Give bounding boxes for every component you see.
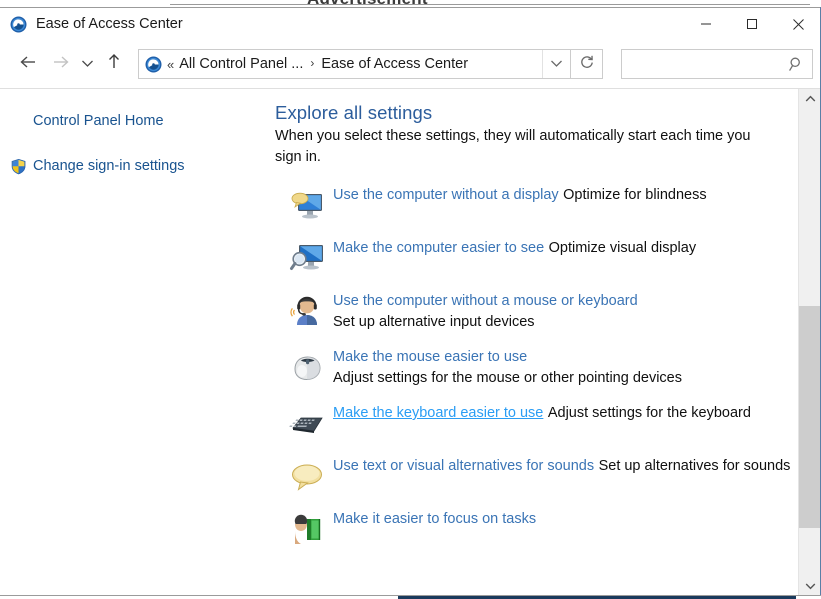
sidebar-item-label: Control Panel Home <box>33 113 164 129</box>
list-item-text: Make the keyboard easier to use Adjust s… <box>333 402 751 424</box>
content-area: Control Panel Home Change sign-in settin… <box>0 88 821 596</box>
address-bar[interactable]: « All Control Panel ... › Ease of Access… <box>138 49 571 79</box>
setting-description: Adjust settings for the keyboard <box>547 405 751 421</box>
title-bar: Ease of Access Center <box>0 8 821 40</box>
main-panel: Explore all settings When you select the… <box>267 89 821 595</box>
breadcrumb-item-all-control-panel[interactable]: All Control Panel ... <box>179 56 303 72</box>
sidebar-item-control-panel-home[interactable]: Control Panel Home <box>0 109 267 133</box>
chevron-up-icon <box>805 90 816 108</box>
screen: Advertisement Ease of Access Center <box>0 0 821 599</box>
back-arrow-icon <box>19 54 38 75</box>
breadcrumb-item-ease-of-access-center[interactable]: Ease of Access Center <box>321 56 468 72</box>
breadcrumb-separator-icon[interactable]: › <box>310 56 314 70</box>
setting-description: Adjust settings for the mouse or other p… <box>333 370 682 386</box>
close-button[interactable] <box>775 8 821 40</box>
list-item[interactable]: Make the keyboard easier to use Adjust s… <box>267 402 813 442</box>
scrollbar-thumb[interactable] <box>799 306 821 528</box>
scroll-up-button[interactable] <box>799 89 821 109</box>
refresh-button[interactable] <box>571 49 603 79</box>
page-title: Explore all settings <box>275 102 433 123</box>
list-item[interactable]: Make the mouse easier to use Adjust sett… <box>267 346 813 389</box>
sidebar-item-change-sign-in-settings[interactable]: Change sign-in settings <box>0 154 267 178</box>
chevron-down-icon <box>805 577 816 595</box>
banner-rule <box>170 4 810 5</box>
advertisement-banner: Advertisement <box>0 0 821 7</box>
speech-bubble-icon <box>289 459 325 495</box>
monitor-narrator-icon <box>289 188 325 224</box>
search-box[interactable] <box>621 49 813 79</box>
setting-link-use-computer-without-mouse-or-keyboard[interactable]: Use the computer without a mouse or keyb… <box>333 291 638 312</box>
address-ease-of-access-icon <box>145 56 162 73</box>
scroll-down-button[interactable] <box>799 576 821 596</box>
keyboard-icon <box>289 406 325 442</box>
page-subtitle: When you select these settings, they wil… <box>275 128 751 165</box>
setting-link-use-computer-without-display[interactable]: Use the computer without a display <box>333 185 559 206</box>
setting-link-make-keyboard-easier-to-use[interactable]: Make the keyboard easier to use <box>333 403 543 424</box>
search-icon <box>788 56 804 78</box>
list-item-text: Make the computer easier to see Optimize… <box>333 237 696 259</box>
settings-list: Use the computer without a display Optim… <box>267 184 813 548</box>
recent-pages-button[interactable] <box>76 49 98 79</box>
setting-description: Optimize for blindness <box>563 187 707 203</box>
ease-of-access-window: Ease of Access Center « All Control Pane… <box>0 7 821 596</box>
address-dropdown-button[interactable] <box>542 50 570 78</box>
back-button[interactable] <box>14 49 42 79</box>
refresh-icon <box>579 54 595 75</box>
forward-arrow-icon <box>51 54 70 75</box>
maximize-button[interactable] <box>729 8 775 40</box>
list-item[interactable]: Make it easier to focus on tasks <box>267 508 813 548</box>
up-arrow-icon <box>107 53 121 75</box>
minimize-button[interactable] <box>683 8 729 40</box>
setting-link-make-it-easier-to-focus-on-tasks[interactable]: Make it easier to focus on tasks <box>333 509 536 530</box>
window-title: Ease of Access Center <box>36 16 183 32</box>
monitor-magnifier-icon <box>289 241 325 277</box>
breadcrumb-overflow-icon[interactable]: « <box>167 57 174 72</box>
breadcrumb: « All Control Panel ... › Ease of Access… <box>167 56 468 72</box>
setting-description: Set up alternatives for sounds <box>598 458 791 474</box>
list-item-text: Make the mouse easier to use Adjust sett… <box>333 346 813 389</box>
sidebar: Control Panel Home Change sign-in settin… <box>0 89 267 595</box>
person-book-icon <box>289 512 325 548</box>
person-headset-icon <box>289 294 325 330</box>
list-item-text: Use text or visual alternatives for soun… <box>333 455 790 477</box>
ease-of-access-icon <box>10 16 27 33</box>
setting-description: Set up alternative input devices <box>333 314 535 330</box>
list-item[interactable]: Make the computer easier to see Optimize… <box>267 237 813 277</box>
setting-link-use-text-or-visual-alternatives-for-sounds[interactable]: Use text or visual alternatives for soun… <box>333 456 594 477</box>
chevron-down-icon <box>81 55 94 73</box>
caption-buttons <box>683 8 821 40</box>
list-item[interactable]: Use text or visual alternatives for soun… <box>267 455 813 495</box>
mouse-icon <box>289 350 325 386</box>
vertical-scrollbar[interactable] <box>798 89 821 596</box>
sidebar-item-label: Change sign-in settings <box>33 158 185 174</box>
uac-shield-icon <box>10 158 27 175</box>
setting-link-make-computer-easier-to-see[interactable]: Make the computer easier to see <box>333 238 544 259</box>
list-item-text: Use the computer without a mouse or keyb… <box>333 290 813 333</box>
setting-description: Optimize visual display <box>548 240 697 256</box>
taskbar-edge <box>0 595 821 599</box>
up-one-level-button[interactable] <box>100 49 128 79</box>
list-item[interactable]: Use the computer without a display Optim… <box>267 184 813 224</box>
navigation-bar: « All Control Panel ... › Ease of Access… <box>0 40 821 88</box>
chevron-down-icon <box>550 55 563 73</box>
list-item-text: Make it easier to focus on tasks <box>333 508 536 530</box>
forward-button <box>46 49 74 79</box>
list-item-text: Use the computer without a display Optim… <box>333 184 707 206</box>
search-input[interactable] <box>628 51 786 77</box>
setting-link-make-mouse-easier-to-use[interactable]: Make the mouse easier to use <box>333 347 527 368</box>
list-item[interactable]: Use the computer without a mouse or keyb… <box>267 290 813 333</box>
banner-label: Advertisement <box>307 0 428 7</box>
